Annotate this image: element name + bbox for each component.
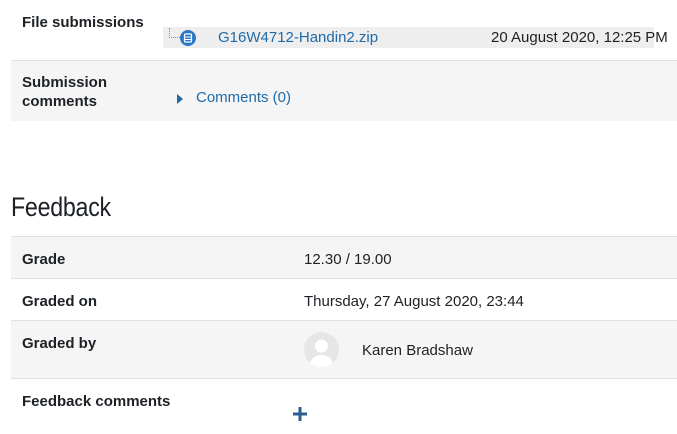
tree-connector	[169, 28, 180, 38]
grader-name[interactable]: Karen Bradshaw	[362, 341, 473, 360]
submission-comments-label-line2: comments	[22, 93, 98, 110]
graded-by-label: Graded by	[22, 335, 97, 352]
archive-file-icon	[180, 30, 196, 46]
caret-right-icon[interactable]	[177, 91, 184, 109]
feedback-comments-row: Feedback comments	[11, 378, 677, 434]
submission-comments-label-line1: Submission	[22, 74, 108, 91]
graded-by-row: Graded by Karen Bradshaw	[11, 320, 677, 379]
file-link[interactable]: G16W4712-Handin2.zip	[218, 28, 378, 47]
feedback-heading: Feedback	[11, 192, 111, 222]
comments-link[interactable]: Comments (0)	[196, 88, 291, 107]
grade-value: 12.30 / 19.00	[304, 251, 392, 268]
grade-label: Grade	[22, 251, 66, 268]
grade-row: Grade 12.30 / 19.00	[11, 236, 677, 279]
plus-icon[interactable]	[293, 405, 307, 423]
user-avatar[interactable]	[304, 332, 339, 367]
file-date: 20 August 2020, 12:25 PM	[491, 29, 668, 46]
feedback-comments-label: Feedback comments	[22, 393, 171, 410]
submission-comments-row: Submission comments	[11, 60, 677, 121]
graded-on-row: Graded on Thursday, 27 August 2020, 23:4…	[11, 278, 677, 321]
graded-on-label: Graded on	[22, 293, 98, 310]
file-submissions-label: File submissions	[22, 14, 144, 31]
graded-on-value: Thursday, 27 August 2020, 23:44	[304, 293, 524, 310]
